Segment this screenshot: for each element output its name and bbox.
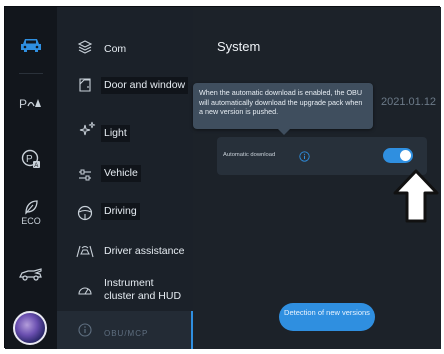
eco-label: ECO (21, 216, 41, 226)
menu-item-com[interactable]: Com (57, 27, 193, 67)
steering-wheel-icon (77, 205, 93, 221)
page-title: System (217, 39, 261, 54)
left-rail: P P A ECO (5, 7, 57, 349)
door-icon (77, 77, 93, 93)
auto-download-tooltip: When the automatic download is enabled, … (193, 83, 373, 129)
rail-car[interactable] (5, 37, 57, 53)
auto-park-icon: P A (5, 149, 57, 169)
rail-parking-assist[interactable]: P (5, 95, 57, 111)
menu-item-label: Driving (101, 203, 140, 220)
app-window: P P A ECO Com Door and window Light Vehi… (4, 6, 441, 349)
parking-assist-icon: P (5, 95, 57, 111)
menu-item-label: Instrument cluster and HUD (104, 277, 182, 302)
car-side-icon (5, 267, 57, 281)
svg-text:P: P (26, 154, 33, 165)
menu-item-obu[interactable]: OBU/MCP (57, 311, 193, 349)
light-sparkle-icon (79, 121, 96, 137)
car-icon (5, 37, 57, 53)
com-layers-icon (77, 39, 93, 55)
menu-item-label: Com (104, 43, 127, 55)
driver-assist-icon (75, 243, 95, 259)
rail-eco[interactable]: ECO (5, 199, 57, 226)
tooltip-pointer (278, 129, 290, 135)
menu-item-label: Vehicle (101, 165, 141, 182)
menu-item-light[interactable]: Light (57, 111, 193, 151)
menu-item-door-window[interactable]: Door and window (57, 69, 193, 109)
rail-car-side[interactable] (5, 267, 57, 281)
info-icon (77, 322, 93, 338)
menu-item-instrument-cluster[interactable]: Instrument cluster and HUD (57, 269, 193, 313)
vehicle-sliders-icon (77, 167, 93, 183)
content-panel: System 2021.01.12 When the automatic dow… (193, 7, 441, 349)
rail-divider (19, 73, 43, 74)
menu-item-label: Driver assistance (104, 245, 185, 257)
menu-item-vehicle[interactable]: Vehicle (57, 155, 193, 195)
svg-text:A: A (34, 163, 38, 169)
detect-new-versions-button[interactable]: Detection of new versions (279, 303, 375, 331)
menu-item-label: Door and window (101, 77, 189, 94)
menu-item-driving[interactable]: Driving (57, 193, 193, 233)
auto-download-toggle[interactable] (383, 148, 413, 163)
gauge-icon (77, 283, 93, 299)
info-icon[interactable] (299, 149, 310, 162)
eco-leaf-icon (5, 199, 57, 215)
menu-item-driver-assistance[interactable]: Driver assistance (57, 231, 193, 271)
menu-item-label: OBU/MCP (104, 329, 149, 338)
menu-item-label: Light (101, 125, 130, 142)
avatar[interactable] (13, 311, 47, 345)
toggle-knob (400, 150, 411, 161)
pointer-arrow-annotation (393, 169, 439, 223)
auto-download-label: Automatic download (223, 152, 276, 158)
settings-menu: Com Door and window Light Vehicle Drivin… (57, 7, 193, 349)
rail-auto-park[interactable]: P A (5, 149, 57, 169)
version-date: 2021.01.12 (381, 96, 437, 108)
svg-text:P: P (19, 97, 27, 111)
